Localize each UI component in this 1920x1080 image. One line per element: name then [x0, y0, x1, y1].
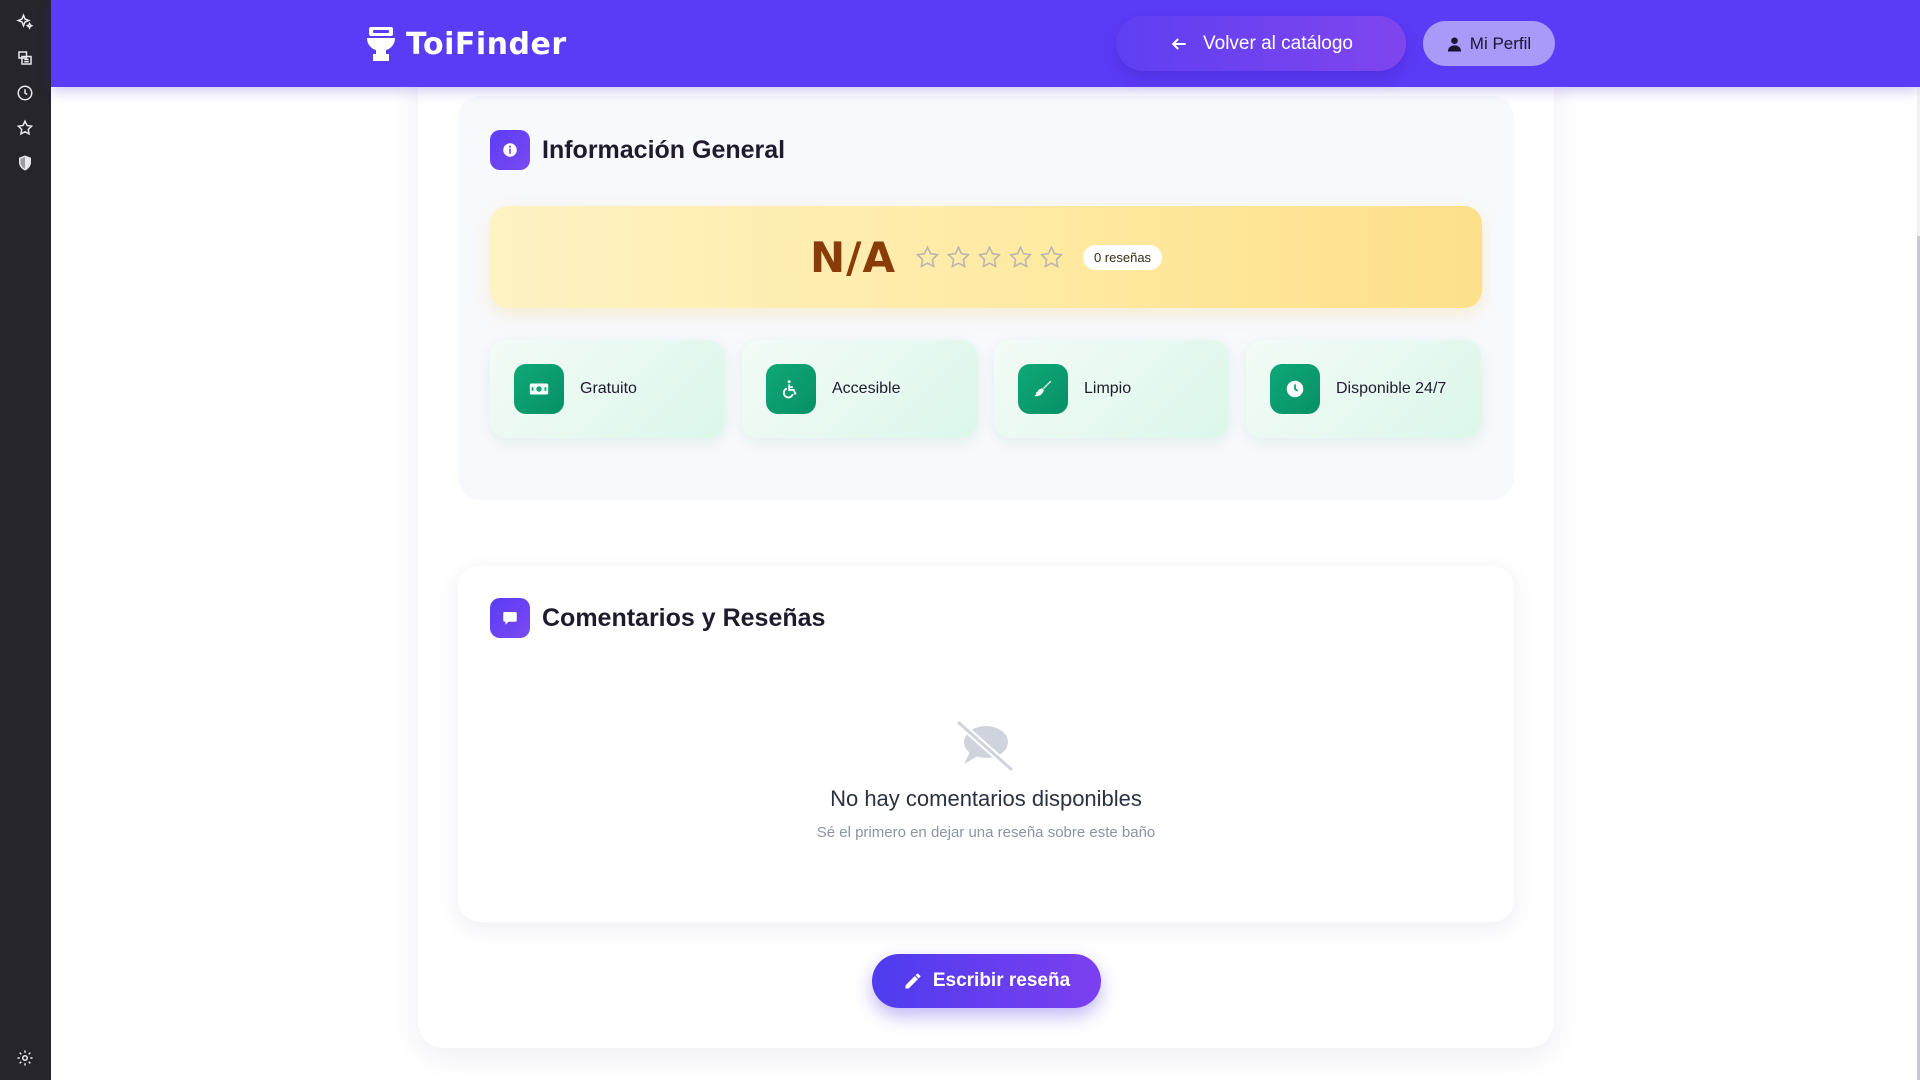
arrow-left-icon — [1171, 37, 1186, 50]
feature-card-clean: Limpio — [994, 340, 1229, 438]
top-header — [51, 0, 1920, 87]
back-to-catalog-button[interactable]: Volver al catálogo — [1116, 16, 1406, 71]
general-info-header: Información General — [490, 130, 785, 170]
feature-card-24h: Disponible 24/7 — [1246, 340, 1481, 438]
star-empty-icon — [1008, 245, 1033, 268]
side-rail — [0, 0, 51, 1080]
wheelchair-icon — [766, 364, 816, 414]
comment-icon — [490, 598, 530, 638]
rating-value: N/A — [809, 232, 896, 282]
star-empty-icon — [946, 245, 971, 268]
general-info-title: Información General — [542, 135, 786, 164]
profile-label: Mi Perfil — [1469, 33, 1532, 53]
clock-icon — [1270, 364, 1320, 414]
no-comments-icon — [955, 719, 1015, 773]
pencil-icon — [905, 973, 921, 989]
sparkle-icon[interactable] — [14, 11, 36, 33]
toilet-icon — [367, 27, 395, 61]
feature-label: Accesible — [832, 380, 901, 397]
shield-icon[interactable] — [14, 152, 36, 174]
rating-banner: N/A 0 reseñas — [490, 206, 1482, 308]
user-icon — [1447, 36, 1461, 51]
write-review-label: Escribir reseña — [932, 970, 1071, 991]
empty-state-title: No hay comentarios disponibles — [830, 786, 1142, 811]
history-icon[interactable] — [14, 82, 36, 104]
star-icon[interactable] — [14, 117, 36, 139]
rating-stars — [914, 244, 1065, 271]
star-empty-icon — [1039, 245, 1064, 268]
write-review-button[interactable]: Escribir reseña — [872, 954, 1101, 1008]
feature-label: Disponible 24/7 — [1336, 380, 1447, 397]
comments-header: Comentarios y Reseñas — [490, 598, 825, 638]
star-empty-icon — [977, 245, 1002, 268]
feature-label: Limpio — [1084, 380, 1132, 397]
feature-card-accessible: Accesible — [742, 340, 977, 438]
money-icon — [514, 364, 564, 414]
comments-title: Comentarios y Reseñas — [542, 603, 826, 632]
feature-label: Gratuito — [580, 380, 637, 397]
app-logo[interactable]: ToiFinder — [366, 26, 567, 62]
back-to-catalog-label: Volver al catálogo — [1203, 32, 1353, 54]
empty-state-subtitle: Sé el primero en dejar una reseña sobre … — [816, 824, 1156, 841]
gear-icon[interactable] — [14, 1047, 36, 1069]
info-icon — [490, 130, 530, 170]
app-name: ToiFinder — [406, 26, 567, 62]
profile-button[interactable]: Mi Perfil — [1423, 21, 1555, 66]
library-icon[interactable] — [14, 47, 36, 69]
reviews-count-badge: 0 reseñas — [1082, 244, 1163, 270]
broom-icon — [1018, 364, 1068, 414]
star-empty-icon — [915, 245, 940, 268]
feature-card-free: Gratuito — [490, 340, 725, 438]
